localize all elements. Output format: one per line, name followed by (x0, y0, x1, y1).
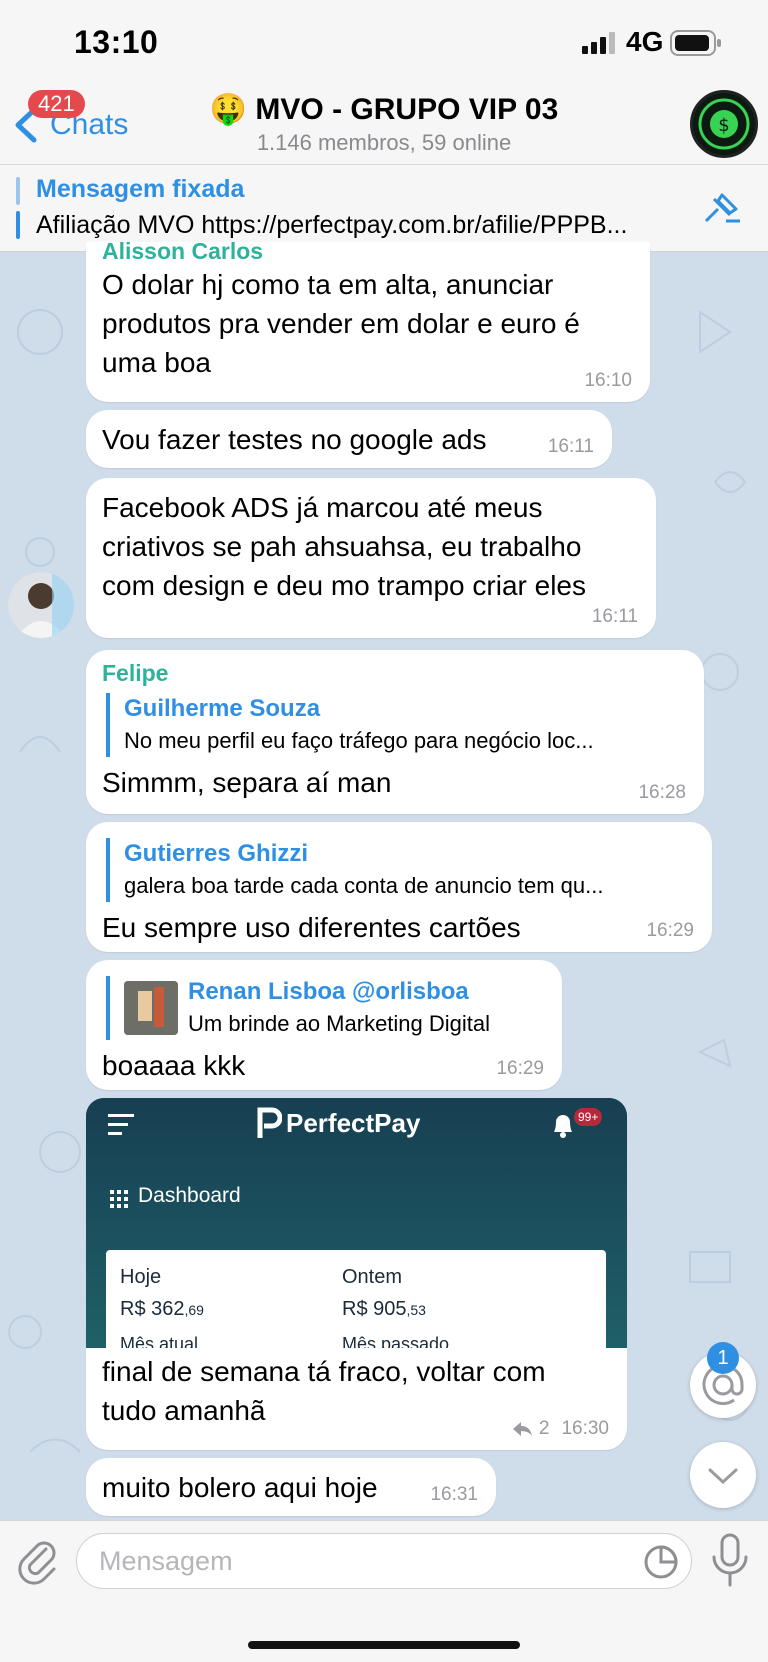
message-time: 16:31 (430, 1484, 478, 1505)
signal-icon (582, 32, 615, 54)
person-avatar-icon (8, 572, 74, 638)
message-time: 16:10 (584, 370, 632, 391)
message-text: com design e deu mo trampo criar eles (102, 570, 586, 601)
message-bubble[interactable]: Gutierres Ghizzi galera boa tarde cada c… (86, 822, 712, 952)
message-bubble[interactable]: Vou fazer testes no google ads 16:11 (86, 410, 612, 468)
message-time: 16:11 (547, 436, 594, 457)
reply-thumbnail (124, 981, 178, 1035)
chat-title-text: MVO - GRUPO VIP 03 (255, 93, 559, 126)
battery-icon (670, 30, 721, 56)
message-bubble[interactable]: Renan Lisboa @orlisboa Um brinde ao Mark… (86, 960, 562, 1090)
hamburger-menu-icon (108, 1114, 134, 1135)
reply-author: Renan Lisboa @orlisboa (188, 978, 469, 1005)
sender-avatar[interactable] (8, 572, 74, 638)
status-time: 13:10 (74, 24, 159, 60)
message-text: boaaaa kkk (102, 1050, 246, 1081)
message-time: 16:28 (638, 782, 686, 803)
message-text: final de semana tá fraco, voltar com (102, 1356, 546, 1387)
message-time: 16:29 (646, 920, 694, 941)
reply-count[interactable]: 2 (539, 1418, 550, 1440)
reply-quote[interactable]: Gutierres Ghizzi galera boa tarde cada c… (106, 838, 696, 902)
pinned-text: Afiliação MVO https://perfectpay.com.br/… (36, 211, 628, 239)
perfectpay-logo: PerfectPay (256, 1106, 420, 1140)
chat-title[interactable]: 🤑 MVO - GRUPO VIP 03 (0, 92, 768, 127)
bell-icon (554, 1115, 572, 1138)
message-text: criativos se pah ahsuahsa, eu trabalho (102, 531, 582, 562)
pin-list-icon[interactable] (702, 191, 742, 227)
chat-subtitle: 1.146 membros, 59 online (256, 130, 512, 155)
message-input-bar: Mensagem (0, 1520, 768, 1662)
reply-arrow-icon[interactable] (511, 1420, 533, 1438)
svg-text:$: $ (718, 115, 729, 136)
attached-screenshot[interactable]: PerfectPay 99+ Dashboard Hoje R$ 362,69 … (86, 1098, 627, 1348)
message-bubble[interactable]: Felipe Guilherme Souza No meu perfil eu … (86, 650, 704, 814)
message-bubble[interactable]: PerfectPay 99+ Dashboard Hoje R$ 362,69 … (86, 1098, 627, 1450)
message-text: uma boa (102, 347, 211, 378)
message-sender: Felipe (102, 660, 169, 686)
grid-icon (110, 1190, 128, 1208)
reply-text: galera boa tarde cada conta de anuncio t… (124, 873, 604, 898)
chat-header: Chats 421 🤑 MVO - GRUPO VIP 03 1.146 mem… (0, 84, 768, 164)
mentions-badge: 1 (707, 1342, 739, 1374)
message-bubble[interactable]: Facebook ADS já marcou até meus criativo… (86, 478, 656, 638)
message-time: 16:11 (591, 606, 638, 627)
scroll-down-button[interactable] (690, 1442, 756, 1508)
gear-icon: $ (698, 98, 750, 150)
message-sender: Alisson Carlos (102, 238, 264, 264)
home-indicator (248, 1641, 520, 1649)
message-bubble[interactable]: muito bolero aqui hoje 16:31 (86, 1458, 496, 1516)
title-emoji: 🤑 (209, 93, 248, 126)
dashboard-label: Dashboard (138, 1184, 241, 1207)
message-text: Eu sempre uso diferentes cartões (102, 912, 521, 943)
message-text: Facebook ADS já marcou até meus (102, 492, 543, 523)
chevron-down-icon (708, 1468, 738, 1485)
notification-badge: 99+ (574, 1108, 603, 1126)
dashboard-card: Hoje R$ 362,69 Ontem R$ 905,53 Mês atual… (106, 1250, 606, 1348)
message-text: produtos pra vender em dolar e euro é (102, 308, 580, 339)
reply-text: No meu perfil eu faço tráfego para negóc… (124, 728, 594, 753)
reply-quote[interactable]: Guilherme Souza No meu perfil eu faço tr… (106, 693, 688, 757)
message-time: 16:29 (496, 1058, 544, 1079)
attachment-icon[interactable] (16, 1537, 60, 1585)
pinned-indicator (16, 177, 20, 241)
yesterday-value: R$ 905,53 (342, 1298, 426, 1320)
message-input-placeholder: Mensagem (99, 1546, 233, 1576)
pinned-title: Mensagem fixada (36, 175, 245, 203)
previous-month-label: Mês passado (342, 1334, 450, 1348)
reply-author: Gutierres Ghizzi (124, 840, 309, 867)
yesterday-label: Ontem (342, 1266, 403, 1288)
today-value: R$ 362,69 (120, 1298, 204, 1320)
message-text: Vou fazer testes no google ads (102, 424, 487, 455)
caption: final de semana tá fraco, voltar com tud… (102, 1352, 546, 1430)
network-label: 4G (626, 26, 664, 57)
message-bubble[interactable]: Alisson Carlos O dolar hj como ta em alt… (86, 238, 650, 402)
perfectpay-logo-icon (257, 1107, 282, 1138)
sticker-icon[interactable] (643, 1544, 679, 1580)
message-text: Simmm, separa aí man (102, 767, 392, 798)
reply-quote[interactable]: Renan Lisboa @orlisboa Um brinde ao Mark… (106, 976, 546, 1040)
message-text: O dolar hj como ta em alta, anunciar (102, 269, 554, 300)
message-meta: 2 16:30 (511, 1418, 609, 1440)
brand-name: PerfectPay (286, 1107, 421, 1138)
message-text: tudo amanhã (102, 1395, 266, 1426)
today-label: Hoje (120, 1266, 162, 1288)
microphone-icon[interactable] (708, 1531, 752, 1591)
group-avatar[interactable]: $ (690, 90, 758, 158)
status-bar: 13:10 4G (0, 0, 768, 84)
reply-author: Guilherme Souza (124, 695, 321, 722)
message-time: 16:30 (561, 1418, 609, 1439)
reply-text: Um brinde ao Marketing Digital (188, 1011, 491, 1036)
message-input[interactable]: Mensagem (76, 1533, 692, 1589)
current-month-label: Mês atual (120, 1334, 199, 1348)
message-text: muito bolero aqui hoje (102, 1472, 378, 1503)
